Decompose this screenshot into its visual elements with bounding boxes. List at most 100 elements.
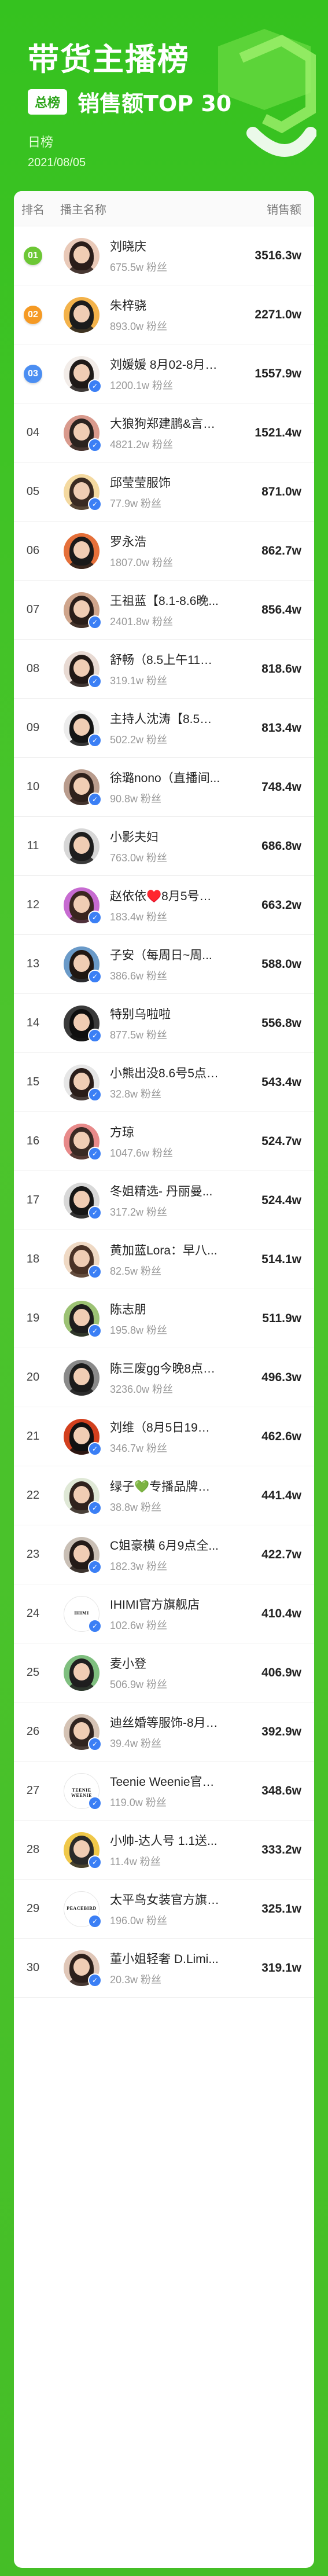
streamer-name[interactable]: 绿子💚专播品牌女装~ [110, 1477, 220, 1495]
table-row[interactable]: 11 小影夫妇 763.0w 粉丝 686.8w [14, 817, 314, 876]
streamer-name[interactable]: 特别乌啦啦 [110, 1005, 220, 1022]
avatar[interactable]: ✓ [64, 1064, 102, 1102]
table-row[interactable]: 17 ✓ 冬姐精选- 丹丽曼... 317.2w 粉丝 524.4w [14, 1171, 314, 1230]
streamer-name[interactable]: 王祖蓝【8.1-8.6晚... [110, 592, 220, 609]
table-row[interactable]: 19 ✓ 陈志朋 195.8w 粉丝 511.9w [14, 1289, 314, 1348]
avatar[interactable] [64, 1359, 99, 1396]
avatar[interactable] [64, 1654, 99, 1691]
streamer-name[interactable]: 主持人沈涛【8.5日... [110, 710, 220, 727]
avatar-face [73, 482, 90, 500]
avatar[interactable]: ✓ [64, 474, 102, 511]
streamer-name[interactable]: C姐豪横 6月9点全... [110, 1536, 220, 1554]
streamer-name[interactable]: 方琼 [110, 1123, 220, 1140]
streamer-name[interactable]: 小帅-达人号 1.1送... [110, 1832, 220, 1849]
avatar[interactable]: ✓ [64, 1182, 102, 1220]
table-row[interactable]: 29 PEACEBIRD ✓ 太平鸟女装官方旗舰店 196.0w 粉丝 325.1w [14, 1880, 314, 1939]
streamer-name[interactable]: 朱梓骁 [110, 296, 220, 314]
streamer-name[interactable]: 太平鸟女装官方旗舰店 [110, 1891, 220, 1908]
avatar[interactable]: ✓ [64, 1713, 102, 1751]
avatar[interactable]: TEENIE WEENIE ✓ [64, 1773, 102, 1810]
table-row[interactable]: 20 陈三废gg今晚8点直播 3236.0w 粉丝 496.3w [14, 1348, 314, 1407]
streamer-name[interactable]: 邱莹莹服饰 [110, 474, 220, 491]
avatar[interactable] [64, 828, 99, 864]
sales-value: 514.1w [261, 1252, 301, 1266]
avatar-image [64, 1654, 99, 1691]
streamer-name[interactable]: 徐璐nono（直播间... [110, 769, 220, 786]
avatar[interactable]: ✓ [64, 414, 102, 452]
fans-count: 2401.8w 粉丝 [110, 615, 174, 628]
streamer-name[interactable]: 小熊出没8.6号5点A... [110, 1064, 220, 1081]
category-tag[interactable]: 总榜 [28, 89, 68, 115]
table-row[interactable]: 08 ✓ 舒畅（8.5上午11点... 319.1w 粉丝 818.6w [14, 640, 314, 699]
streamer-name[interactable]: 罗永浩 [110, 533, 220, 550]
table-row[interactable]: 23 ✓ C姐豪横 6月9点全... 182.3w 粉丝 422.7w [14, 1525, 314, 1584]
table-row[interactable]: 05 ✓ 邱莹莹服饰 77.9w 粉丝 871.0w [14, 463, 314, 522]
table-row[interactable]: 12 ✓ 赵依依♥️8月5号工... 183.4w 粉丝 663.2w [14, 876, 314, 935]
table-row[interactable]: 14 ✓ 特别乌啦啦 877.5w 粉丝 556.8w [14, 994, 314, 1053]
streamer-name[interactable]: 董小姐轻奢 D.Limi... [110, 1950, 220, 1967]
verified-badge-icon: ✓ [88, 1087, 102, 1102]
table-row[interactable]: 25 麦小登 506.9w 粉丝 406.9w [14, 1643, 314, 1702]
table-row[interactable]: 15 ✓ 小熊出没8.6号5点A... 32.8w 粉丝 543.4w [14, 1053, 314, 1112]
avatar[interactable]: ✓ [64, 1005, 102, 1043]
table-row[interactable]: 06 罗永浩 1807.0w 粉丝 862.7w [14, 522, 314, 581]
table-row[interactable]: 10 ✓ 徐璐nono（直播间... 90.8w 粉丝 748.4w [14, 758, 314, 817]
column-header-sales[interactable]: 销售额 [220, 200, 314, 217]
avatar[interactable]: PEACEBIRD ✓ [64, 1891, 102, 1928]
streamer-name[interactable]: 小影夫妇 [110, 828, 220, 845]
avatar[interactable]: ✓ [64, 710, 102, 747]
table-row[interactable]: 04 ✓ 大狼狗郑建鹏&言真... 4821.2w 粉丝 1521.4w [14, 403, 314, 463]
streamer-name[interactable]: 赵依依♥️8月5号工... [110, 887, 220, 904]
avatar[interactable]: ✓ [64, 1123, 102, 1161]
table-row[interactable]: 13 ✓ 子安（每周日~周... 386.6w 粉丝 588.0w [14, 935, 314, 994]
table-row[interactable]: 30 ✓ 董小姐轻奢 D.Limi... 20.3w 粉丝 319.1w [14, 1939, 314, 1998]
avatar[interactable]: ✓ [64, 1950, 102, 1987]
streamer-name[interactable]: 刘维（8月5日19：0... [110, 1418, 220, 1436]
streamer-name[interactable]: 迪丝婚等服饰-8月5... [110, 1713, 220, 1731]
table-row[interactable]: 03 ✓ 刘媛媛 8月02-8月1... 1200.1w 粉丝 1557.9w [14, 344, 314, 403]
table-row[interactable]: 09 ✓ 主持人沈涛【8.5日... 502.2w 粉丝 813.4w [14, 699, 314, 758]
avatar[interactable]: ✓ [64, 1536, 102, 1574]
avatar[interactable] [64, 533, 99, 569]
table-row[interactable]: 21 ✓ 刘维（8月5日19：0... 346.7w 粉丝 462.6w [14, 1407, 314, 1466]
table-row[interactable]: 07 ✓ 王祖蓝【8.1-8.6晚... 2401.8w 粉丝 856.4w [14, 581, 314, 640]
avatar[interactable]: ✓ [64, 1418, 102, 1456]
table-row[interactable]: 01 刘晓庆 675.5w 粉丝 3516.3w [14, 226, 314, 285]
avatar[interactable]: ✓ [64, 887, 102, 924]
avatar[interactable]: ✓ [64, 769, 102, 806]
table-row[interactable]: 22 ✓ 绿子💚专播品牌女装~ 38.8w 粉丝 441.4w [14, 1466, 314, 1525]
streamer-name[interactable]: 冬姐精选- 丹丽曼... [110, 1182, 220, 1199]
streamer-name[interactable]: 陈三废gg今晚8点直播 [110, 1359, 220, 1377]
streamer-name[interactable]: 刘媛媛 8月02-8月1... [110, 355, 220, 373]
period-label[interactable]: 日榜 [28, 132, 53, 151]
table-row[interactable]: 24 IHIMI ✓ IHIMI官方旗舰店 102.6w 粉丝 410.4w [14, 1584, 314, 1643]
rank-number: 13 [26, 957, 40, 970]
avatar[interactable] [64, 237, 99, 274]
table-row[interactable]: 02 朱梓骁 893.0w 粉丝 2271.0w [14, 285, 314, 344]
avatar[interactable]: ✓ [64, 1241, 102, 1279]
avatar[interactable]: ✓ [64, 651, 102, 688]
streamer-name[interactable]: Teenie Weenie官方... [110, 1773, 220, 1790]
avatar[interactable]: ✓ [64, 1477, 102, 1515]
table-row[interactable]: 28 ✓ 小帅-达人号 1.1送... 11.4w 粉丝 333.2w [14, 1821, 314, 1880]
streamer-name[interactable]: 子安（每周日~周... [110, 946, 220, 963]
table-row[interactable]: 16 ✓ 方琼 1047.6w 粉丝 524.7w [14, 1112, 314, 1171]
avatar[interactable]: ✓ [64, 355, 102, 393]
avatar[interactable] [64, 296, 99, 333]
streamer-name[interactable]: 黄加蓝Lora：早八... [110, 1241, 220, 1258]
streamer-name[interactable]: 陈志朋 [110, 1300, 220, 1318]
avatar[interactable]: ✓ [64, 946, 102, 984]
streamer-name[interactable]: 刘晓庆 [110, 237, 220, 255]
streamer-name[interactable]: 大狼狗郑建鹏&言真... [110, 414, 220, 432]
streamer-info: 小影夫妇 763.0w 粉丝 [99, 828, 220, 865]
avatar[interactable]: ✓ [64, 1300, 102, 1338]
avatar[interactable]: IHIMI ✓ [64, 1595, 102, 1633]
streamer-name[interactable]: 舒畅（8.5上午11点... [110, 651, 220, 668]
avatar[interactable]: ✓ [64, 592, 102, 629]
table-row[interactable]: 18 ✓ 黄加蓝Lora：早八... 82.5w 粉丝 514.1w [14, 1230, 314, 1289]
avatar[interactable]: ✓ [64, 1832, 102, 1869]
streamer-name[interactable]: 麦小登 [110, 1654, 220, 1672]
streamer-name[interactable]: IHIMI官方旗舰店 [110, 1595, 220, 1613]
table-row[interactable]: 26 ✓ 迪丝婚等服饰-8月5... 39.4w 粉丝 392.9w [14, 1702, 314, 1762]
table-row[interactable]: 27 TEENIE WEENIE ✓ Teenie Weenie官方... 119.0w… [14, 1762, 314, 1821]
